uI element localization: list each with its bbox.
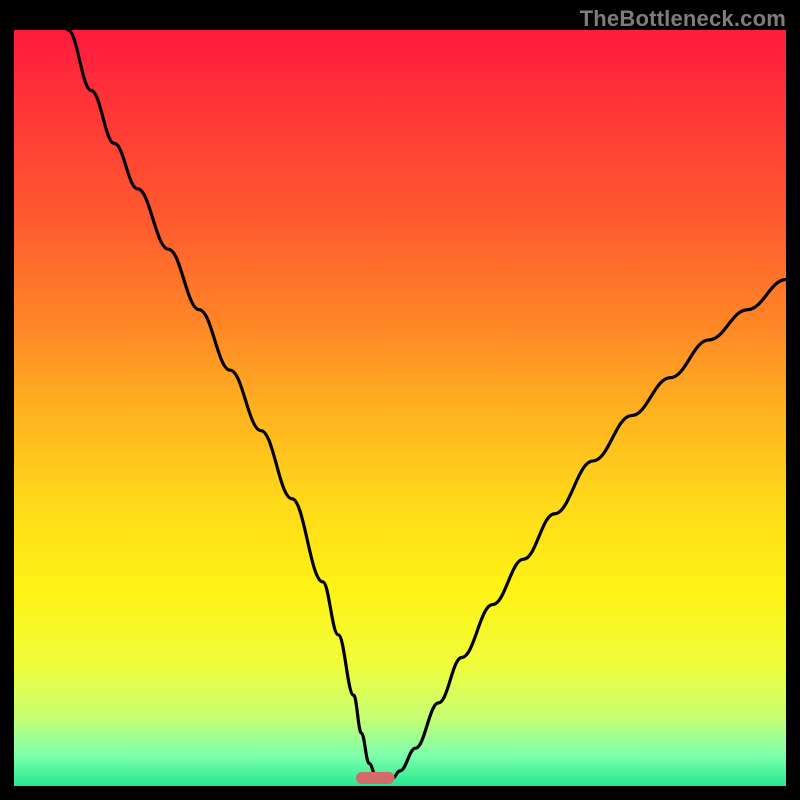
chart-frame: [14, 30, 786, 786]
watermark-text: TheBottleneck.com: [580, 6, 786, 32]
optimum-marker: [356, 772, 395, 784]
bottleneck-chart: [14, 30, 786, 786]
chart-background-gradient: [14, 30, 786, 786]
